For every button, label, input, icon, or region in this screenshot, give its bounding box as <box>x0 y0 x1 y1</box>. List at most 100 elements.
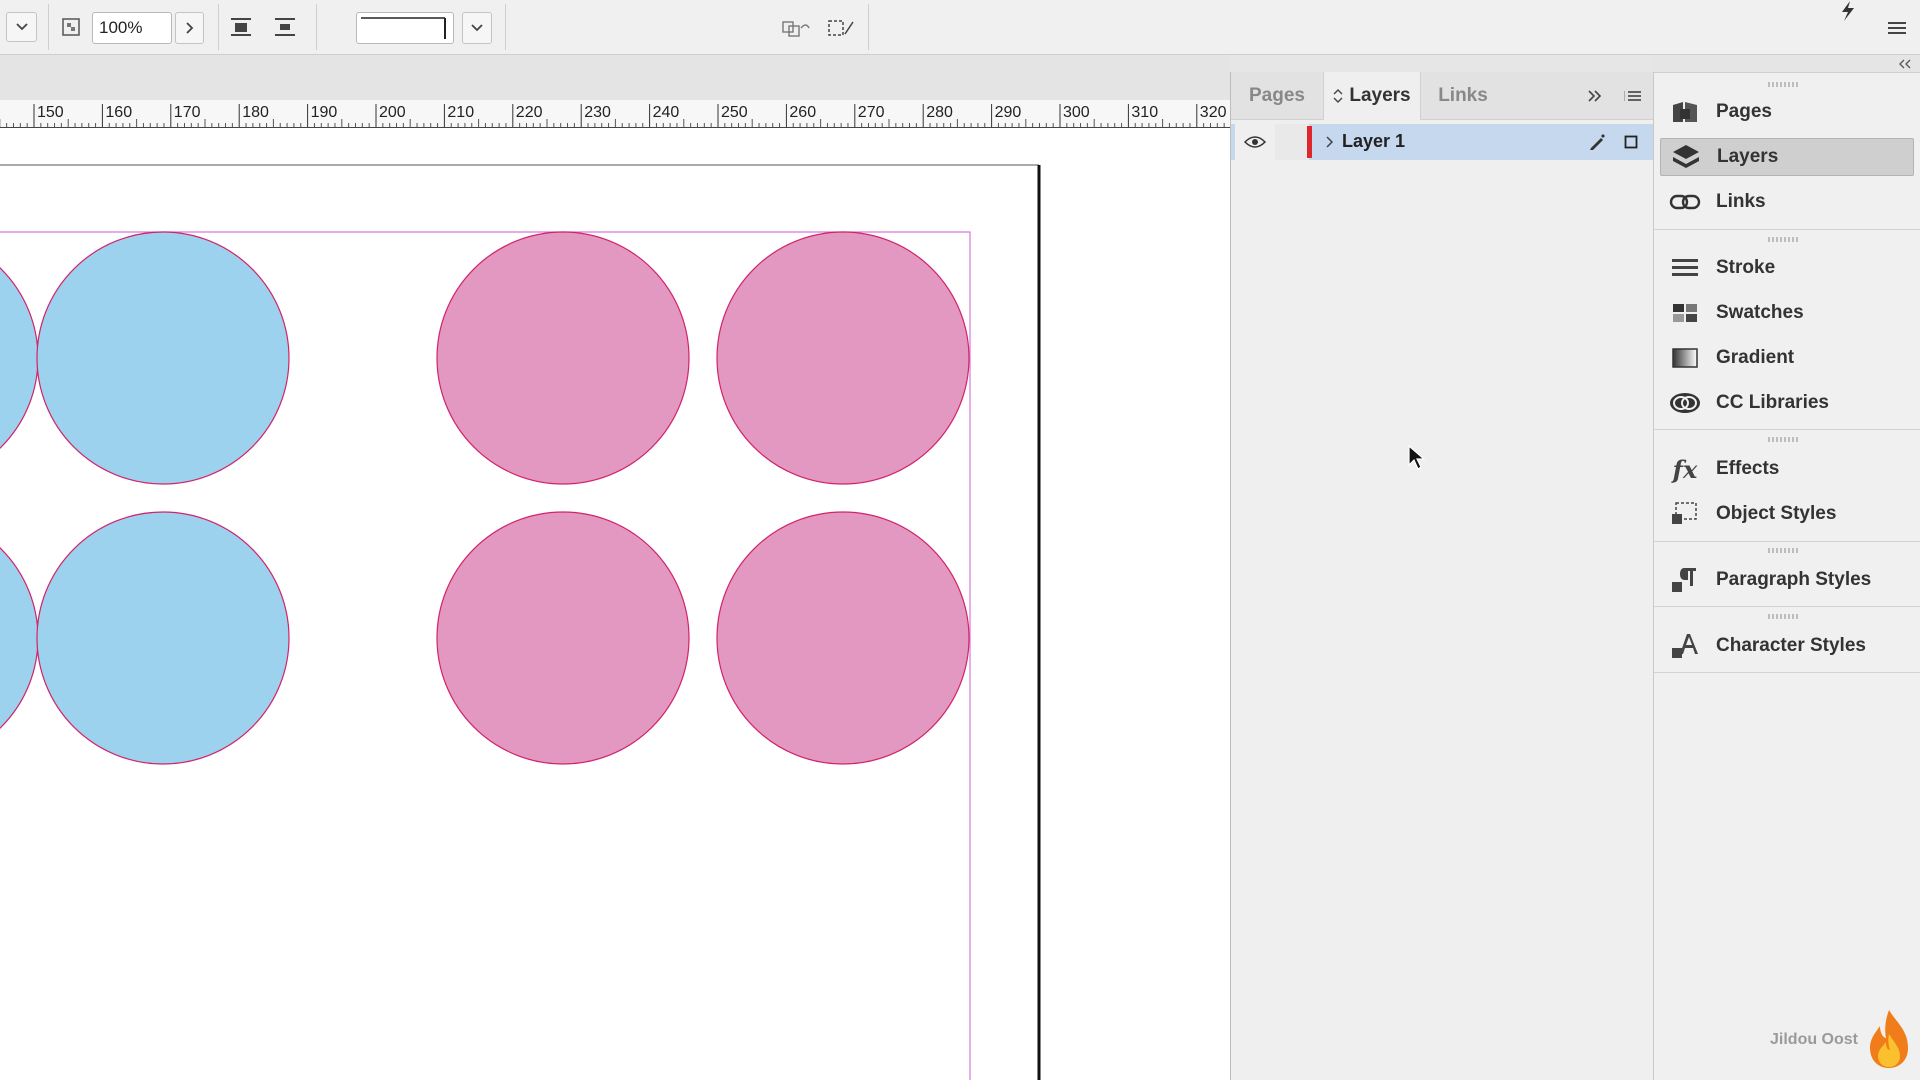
dropdown-button[interactable] <box>6 12 37 42</box>
dock-group-grip[interactable] <box>1768 437 1798 442</box>
swatches-icon <box>1668 298 1702 328</box>
watermark-text: Jildou Oost <box>1770 1031 1858 1048</box>
character-styles-icon <box>1668 631 1702 661</box>
distribute-icon[interactable] <box>270 14 300 40</box>
dock-divider <box>1654 429 1920 430</box>
layer-name[interactable]: Layer 1 <box>1342 131 1405 152</box>
ruler-tick-label: 220 <box>516 104 543 121</box>
dock-item-cc-libraries[interactable]: CC Libraries <box>1660 384 1914 422</box>
ruler-tick-label: 180 <box>242 104 269 121</box>
ruler-tick-label: 200 <box>379 104 406 121</box>
ruler-tick-label: 210 <box>447 104 474 121</box>
dock-item-swatches[interactable]: Swatches <box>1660 294 1914 332</box>
frame-fitting-icon[interactable] <box>780 16 812 40</box>
ruler-tick-label: 260 <box>789 104 816 121</box>
stroke-dropdown-button[interactable] <box>462 12 492 44</box>
ruler-tick-label: 190 <box>311 104 338 121</box>
gradient-icon <box>1668 343 1702 373</box>
chevron-down-icon <box>15 23 28 31</box>
pen-target-icon[interactable] <box>1585 130 1609 154</box>
toolbar-divider <box>868 4 869 50</box>
dock-item-layers[interactable]: Layers <box>1660 138 1914 176</box>
toolbar-divider <box>218 4 219 50</box>
ruler-tick-label: 240 <box>653 104 680 121</box>
chevron-right-icon <box>185 22 193 34</box>
ruler-tick-label: 150 <box>37 104 64 121</box>
dock-divider <box>1654 672 1920 673</box>
expand-panel-icon[interactable] <box>1583 84 1607 108</box>
document-canvas[interactable] <box>0 128 1230 1080</box>
layer-color-swatch <box>1307 126 1312 158</box>
toolbar-divider <box>316 4 317 50</box>
chevron-down-icon <box>471 24 483 32</box>
layers-panel: Pages Layers Links Layer 1 <box>1230 72 1654 1080</box>
panel-menu-icon[interactable] <box>1621 84 1645 108</box>
pages-icon <box>1668 97 1702 127</box>
zoom-stepper-button[interactable] <box>175 12 204 44</box>
ruler-tick-label: 280 <box>926 104 953 121</box>
stroke-weight-field[interactable] <box>356 12 454 44</box>
layers-icon <box>1669 142 1703 172</box>
zoom-input[interactable]: 100% <box>92 12 172 44</box>
dock-group-grip[interactable] <box>1768 82 1798 87</box>
circle-frame[interactable] <box>0 232 39 484</box>
control-bar-menu-icon[interactable] <box>1884 16 1910 40</box>
paragraph-styles-icon <box>1668 565 1702 595</box>
panel-tab-bar: Pages Layers Links <box>1231 72 1653 120</box>
horizontal-ruler[interactable]: 150 160 170 180 190 200 210 220 230 240 250 260 270 2… <box>0 100 1230 128</box>
gpu-performance-icon[interactable] <box>1836 0 1858 22</box>
collapse-dock-icon[interactable] <box>1894 56 1916 72</box>
visibility-eye-icon[interactable] <box>1235 124 1275 160</box>
dock-group-grip[interactable] <box>1768 237 1798 242</box>
toolbar-divider <box>505 4 506 50</box>
circle-frame[interactable] <box>36 511 290 765</box>
circle-frame[interactable] <box>36 231 290 485</box>
ruler-tick-label: 170 <box>174 104 201 121</box>
dock-divider <box>1654 541 1920 542</box>
dock-item-stroke[interactable]: Stroke <box>1660 249 1914 287</box>
dock-item-links[interactable]: Links <box>1660 183 1914 221</box>
dock-divider <box>1654 606 1920 607</box>
dock-item-effects[interactable]: fx Effects <box>1660 450 1914 488</box>
flame-logo-icon <box>1862 1006 1916 1072</box>
dock-group-grip[interactable] <box>1768 614 1798 619</box>
ruler-tick-label: 300 <box>1063 104 1090 121</box>
ruler-tick-label: 310 <box>1131 104 1158 121</box>
tab-links[interactable]: Links <box>1421 72 1505 120</box>
ruler-ticks: 150 160 170 180 190 200 210 220 230 240 250 260 270 2… <box>0 104 1227 127</box>
align-center-icon[interactable] <box>226 14 256 40</box>
dock-item-object-styles[interactable]: Object Styles <box>1660 495 1914 533</box>
dock-item-paragraph-styles[interactable]: Paragraph Styles <box>1660 561 1914 599</box>
lock-toggle-cell[interactable] <box>1275 124 1309 160</box>
links-icon <box>1668 187 1702 217</box>
ruler-tick-label: 320 <box>1200 104 1227 121</box>
zoom-value: 100% <box>99 18 143 37</box>
circle-frame[interactable] <box>436 231 690 485</box>
tab-pages[interactable]: Pages <box>1231 72 1323 120</box>
auto-fit-icon[interactable] <box>826 16 856 40</box>
document-tab-strip <box>0 55 1230 100</box>
dock-header <box>1654 55 1920 73</box>
object-styles-icon <box>1668 499 1702 529</box>
dock-divider <box>1654 229 1920 230</box>
circle-frame[interactable] <box>436 511 690 765</box>
expand-layer-chevron-icon[interactable] <box>1323 132 1337 152</box>
tab-reorder-icon <box>1333 89 1343 103</box>
circle-frame[interactable] <box>716 231 970 485</box>
tab-layers[interactable]: Layers <box>1323 72 1421 120</box>
dock-item-pages[interactable]: Pages <box>1660 93 1914 131</box>
dock-item-gradient[interactable]: Gradient <box>1660 339 1914 377</box>
ruler-tick-label: 230 <box>584 104 611 121</box>
circle-frame[interactable] <box>0 512 39 764</box>
dock-group-grip[interactable] <box>1768 548 1798 553</box>
mouse-cursor-icon <box>1406 444 1428 474</box>
page-artwork <box>0 164 1041 1080</box>
circle-frame[interactable] <box>716 511 970 765</box>
stroke-preview-icon <box>361 17 446 39</box>
selection-square-icon[interactable] <box>1622 133 1640 151</box>
dock-item-character-styles[interactable]: Character Styles <box>1660 627 1914 665</box>
cc-libraries-icon <box>1668 388 1702 418</box>
layer-row[interactable]: Layer 1 <box>1231 124 1653 160</box>
toolbar-divider <box>48 4 49 50</box>
ruler-tick-label: 290 <box>995 104 1022 121</box>
